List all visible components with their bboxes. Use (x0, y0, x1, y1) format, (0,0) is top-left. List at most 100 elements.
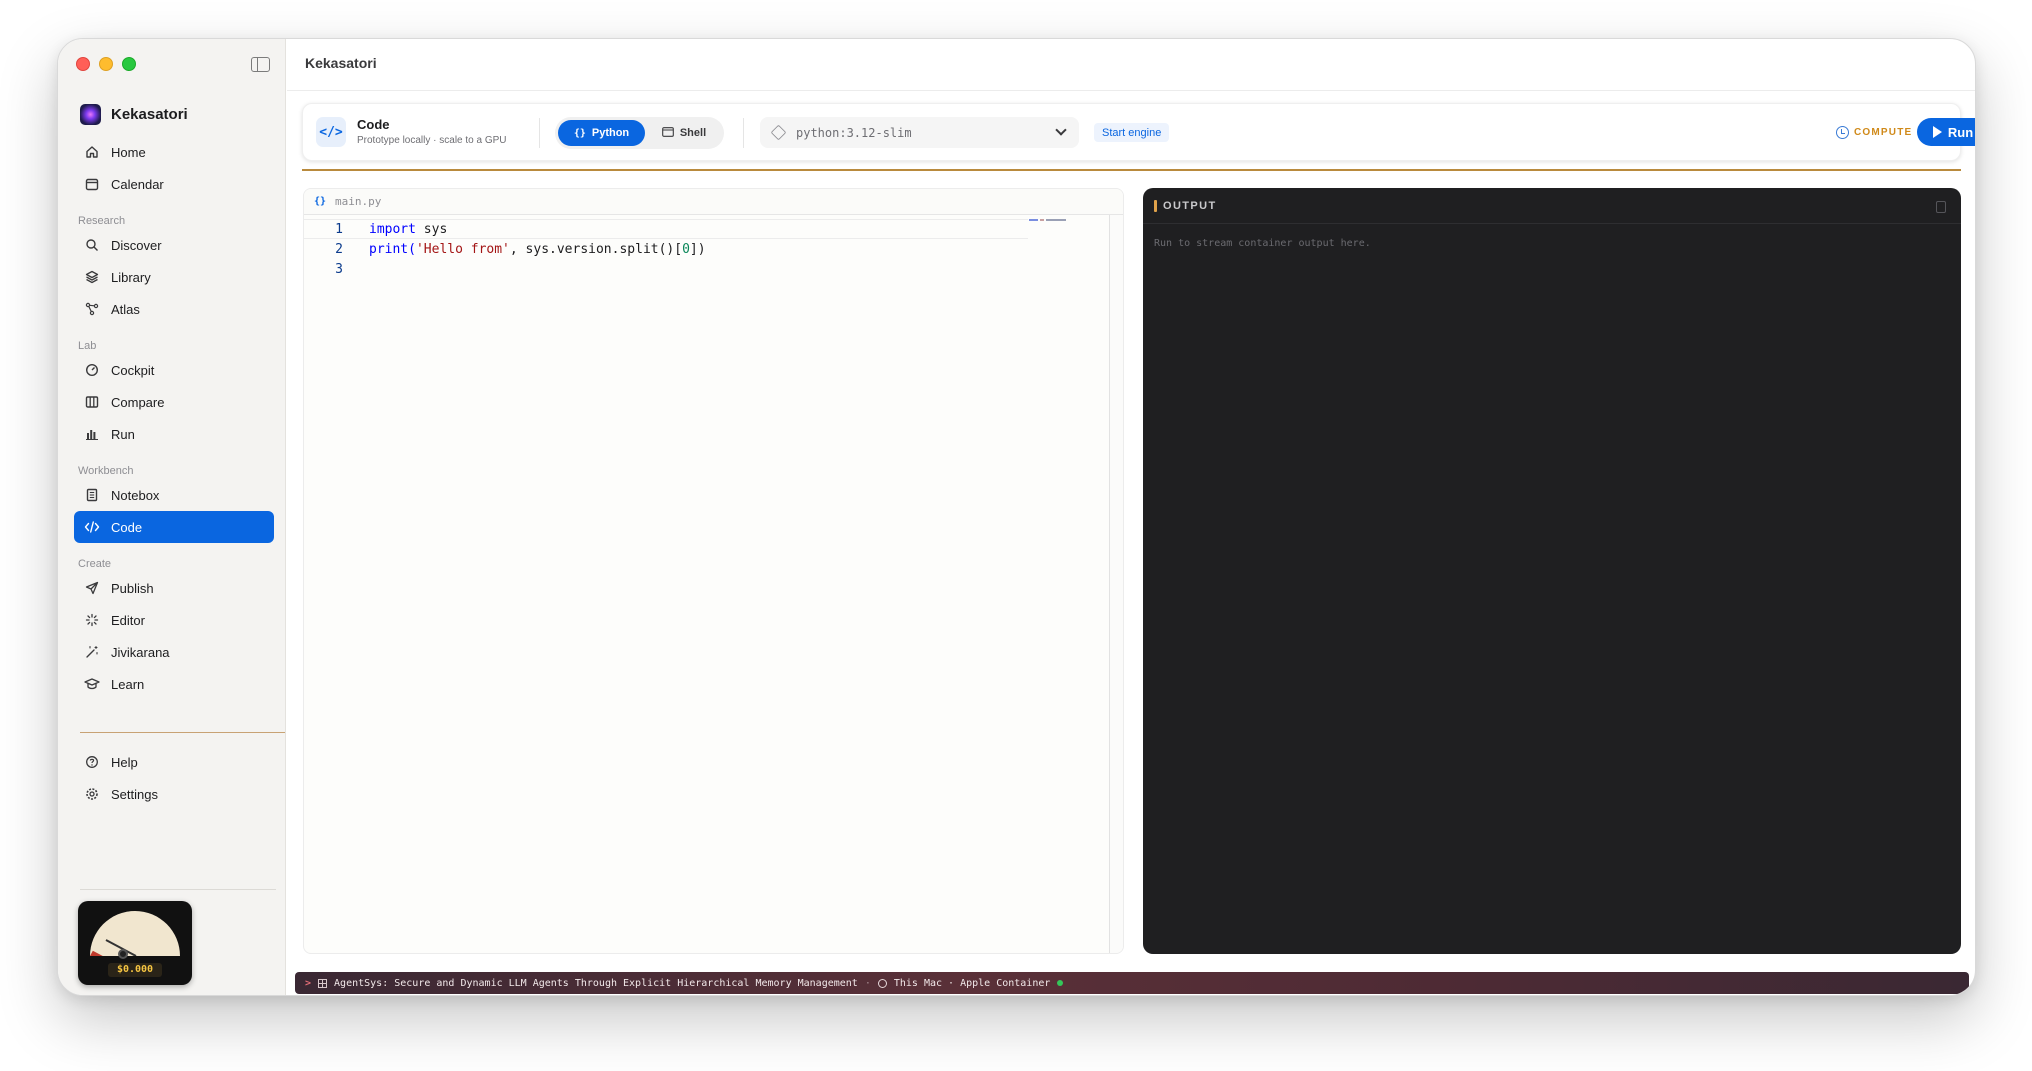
start-engine-button[interactable]: Start engine (1094, 123, 1170, 142)
graph-icon (84, 301, 100, 317)
status-separator: · (864, 977, 871, 989)
sidebar-item-settings[interactable]: Settings (74, 778, 274, 810)
sparkle-icon (84, 612, 100, 628)
sidebar-item-cockpit[interactable]: Cockpit (74, 354, 274, 386)
page-title: Code (357, 117, 390, 132)
terminal-icon (661, 126, 674, 140)
sidebar-item-label: Notebox (111, 487, 160, 503)
gear-icon (84, 786, 100, 802)
line-number: 1 (335, 221, 343, 237)
mode-python-button[interactable]: {} Python (558, 120, 645, 146)
cost-meter-widget[interactable]: $0.000 (78, 901, 192, 985)
code-icon (84, 519, 100, 535)
section-lab: Lab (78, 340, 97, 352)
toolbar-divider (743, 118, 744, 148)
chevron-down-icon (1055, 124, 1067, 136)
editor-scrollbar[interactable] (1109, 215, 1123, 953)
sidebar-item-label: Run (111, 426, 135, 442)
sidebar-item-atlas[interactable]: Atlas (74, 293, 274, 325)
sidebar-item-discover[interactable]: Discover (74, 229, 274, 261)
sidebar-item-learn[interactable]: Learn (74, 668, 274, 700)
mode-shell-button[interactable]: Shell (651, 120, 717, 146)
send-icon (84, 580, 100, 596)
sidebar-nav: Home Calendar Research Discover Library (74, 136, 274, 700)
code-text: ]) (689, 241, 706, 257)
status-ok-dot (1057, 980, 1064, 986)
sidebar-item-label: Discover (111, 237, 162, 253)
sidebar-item-publish[interactable]: Publish (74, 572, 274, 604)
code-line[interactable]: 2 print('Hello from', sys.version.split(… (304, 239, 1107, 259)
sidebar-item-jivikarana[interactable]: Jivikarana (74, 636, 274, 668)
sidebar-item-label: Learn (111, 676, 145, 692)
app-window: Kekasatori Home Calendar Research Discov… (57, 38, 1976, 996)
wand-icon (84, 644, 100, 660)
code-text: sys (415, 221, 448, 237)
code-icon: </> (316, 117, 346, 147)
sidebar-item-compare[interactable]: Compare (74, 386, 274, 418)
container-image-value: python:3.12-slim (796, 125, 912, 140)
clock-icon (877, 978, 887, 988)
bar-chart-icon (84, 426, 100, 442)
sidebar-item-label: Publish (111, 580, 154, 596)
section-research: Research (78, 215, 126, 227)
sidebar-item-label: Calendar (111, 176, 164, 192)
zoom-window-button[interactable] (122, 57, 136, 71)
language-segmented-control: {} Python Shell (555, 117, 724, 149)
status-project[interactable]: AgentSys: Secure and Dynamic LLM Agents … (334, 978, 858, 989)
status-bar: > AgentSys: Secure and Dynamic LLM Agent… (295, 972, 1969, 994)
sidebar-item-notebox[interactable]: Notebox (74, 479, 274, 511)
output-placeholder: Run to stream container output here. (1154, 238, 1371, 249)
clock-icon (1836, 126, 1849, 139)
search-icon (84, 237, 100, 253)
toolbar-divider (539, 118, 540, 148)
container-image-select[interactable]: python:3.12-slim (760, 117, 1079, 148)
editor-filename: main.py (335, 195, 382, 208)
notebook-icon (84, 487, 100, 503)
close-window-button[interactable] (76, 57, 90, 71)
code-number: 0 (682, 241, 690, 257)
window-controls (76, 57, 136, 71)
cost-meter-dial (90, 911, 180, 956)
grid-icon (318, 978, 328, 988)
sidebar-item-calendar[interactable]: Calendar (74, 168, 274, 200)
braces-icon: {} (573, 127, 586, 139)
code-line[interactable]: 1 import sys (304, 219, 1028, 239)
cost-meter-value: $0.000 (108, 963, 162, 977)
sidebar-bottom-nav: Help Settings (74, 746, 274, 810)
output-header: OUTPUT (1143, 188, 1961, 224)
status-runtime[interactable]: This Mac · Apple Container (894, 978, 1051, 989)
minimize-window-button[interactable] (99, 57, 113, 71)
sidebar-item-label: Home (111, 144, 146, 160)
sidebar-item-label: Jivikarana (111, 644, 170, 660)
sidebar-item-help[interactable]: Help (74, 746, 274, 778)
gauge-icon (84, 362, 100, 378)
code-string: 'Hello from' (415, 241, 510, 257)
chevron-right-icon[interactable]: > (305, 978, 311, 989)
graduation-cap-icon (84, 676, 100, 692)
package-icon (770, 124, 787, 141)
sidebar-item-home[interactable]: Home (74, 136, 274, 168)
run-button[interactable]: Run (1917, 118, 1975, 146)
sidebar-item-library[interactable]: Library (74, 261, 274, 293)
output-title: OUTPUT (1163, 199, 1217, 212)
editor-file-tab[interactable]: {} main.py (304, 189, 1123, 215)
section-create: Create (78, 558, 112, 570)
columns-icon (84, 394, 100, 410)
compute-selector[interactable]: COMPUTE (1836, 126, 1912, 139)
code-line[interactable]: 3 (304, 259, 1107, 279)
sidebar: Kekasatori Home Calendar Research Discov… (58, 39, 286, 995)
sidebar-item-run[interactable]: Run (74, 418, 274, 450)
sidebar-item-editor[interactable]: Editor (74, 604, 274, 636)
layers-icon (84, 269, 100, 285)
sidebar-item-code[interactable]: Code (74, 511, 274, 543)
sidebar-item-label: Settings (111, 786, 158, 802)
help-icon (84, 754, 100, 770)
calendar-icon (84, 176, 100, 192)
code-editor[interactable]: {} main.py 1 import sys 2 print('Hello f… (303, 188, 1124, 954)
brand: Kekasatori (80, 104, 188, 125)
code-area[interactable]: 1 import sys 2 print('Hello from', sys.v… (304, 219, 1107, 279)
code-toolbar: </> Code Prototype locally · scale to a … (302, 103, 1975, 161)
sidebar-toggle-icon[interactable] (251, 57, 270, 72)
sidebar-item-label: Library (111, 269, 151, 285)
copy-icon[interactable] (1936, 201, 1946, 213)
